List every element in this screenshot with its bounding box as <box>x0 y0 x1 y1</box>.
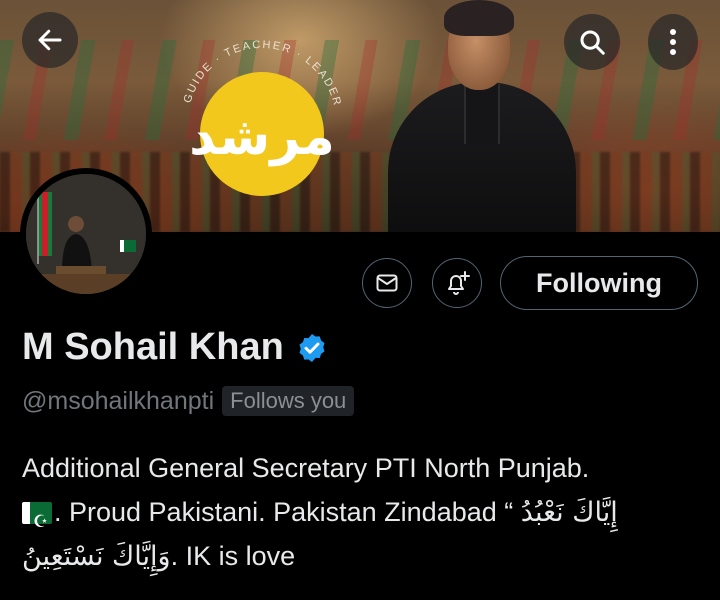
logo-center-text: مرشد <box>189 107 335 167</box>
arrow-left-icon <box>38 29 62 51</box>
bell-plus-icon <box>448 271 470 295</box>
bio-line-3: وَإِيَّاكَ نَسْتَعِينُ. IK is love <box>22 534 702 578</box>
bio-line-2-arabic: إِيَّاكَ نَعْبُدُ <box>520 497 618 528</box>
avatar[interactable] <box>20 168 152 300</box>
back-button[interactable] <box>22 12 78 68</box>
search-icon <box>580 30 605 55</box>
following-label: Following <box>536 267 662 298</box>
profile-name: M Sohail Khan <box>22 326 284 368</box>
profile-name-row: M Sohail Khan <box>22 326 328 369</box>
profile-bio: Additional General Secretary PTI North P… <box>22 446 702 578</box>
bio-line-2-text: . Proud Pakistani. Pakistan Zindabad “ <box>54 497 514 527</box>
pakistan-flag-icon <box>22 500 52 544</box>
following-button[interactable]: Following <box>500 256 698 310</box>
murshid-logo: GUIDE · TEACHER · LEADER مرشد <box>178 38 346 206</box>
notifications-button[interactable] <box>432 258 482 308</box>
envelope-icon <box>376 274 398 292</box>
bio-line-1: Additional General Secretary PTI North P… <box>22 453 590 483</box>
profile-handle: @msohailkhanpti <box>22 386 215 415</box>
more-options-button[interactable] <box>648 14 698 70</box>
follows-you-badge: Follows you <box>222 386 355 416</box>
verified-badge-icon[interactable] <box>296 332 328 364</box>
bio-line-2: . Proud Pakistani. Pakistan Zindabad “ إ… <box>22 490 702 544</box>
message-button[interactable] <box>362 258 412 308</box>
bio-line-3-arabic: وَإِيَّاكَ نَسْتَعِينُ <box>22 541 171 572</box>
banner-figure <box>388 0 588 232</box>
bio-line-3-text: . IK is love <box>170 541 296 571</box>
handle-row: @msohailkhanpti Follows you <box>22 386 355 416</box>
search-button[interactable] <box>564 14 620 70</box>
more-vertical-icon <box>670 29 676 55</box>
avatar-photo <box>26 174 146 294</box>
